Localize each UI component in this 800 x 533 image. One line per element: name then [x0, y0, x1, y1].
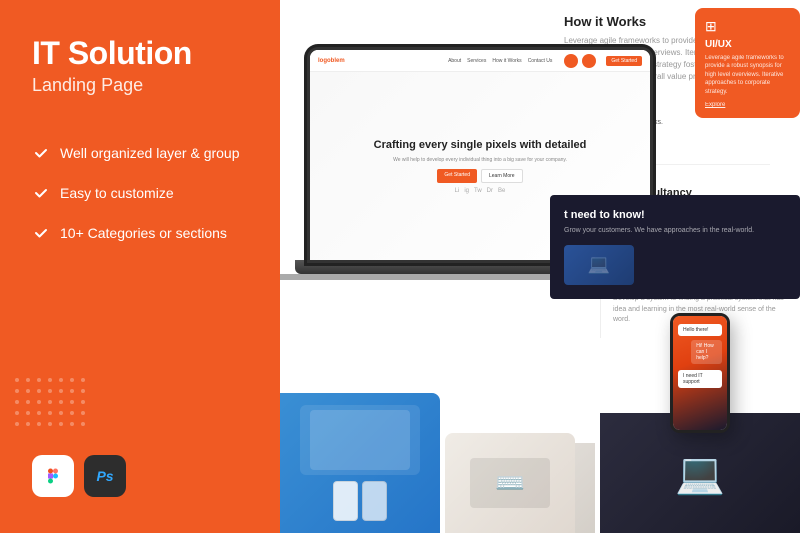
feature-label-1: Well organized layer & group — [60, 145, 240, 161]
uiux-icon: ⊞ — [705, 18, 790, 35]
feature-item-2: Easy to customize — [32, 184, 248, 202]
screen-hero-sub: We will help to develop every individual… — [393, 157, 567, 163]
dark-cta-title: t need to know! — [564, 209, 786, 221]
check-icon-3 — [32, 224, 50, 242]
feature-label-2: Easy to customize — [60, 185, 174, 201]
figma-badge — [32, 455, 74, 497]
brand-title: IT Solution — [32, 36, 248, 71]
uiux-card: ⊞ UI/UX Leverage agile frameworks to pro… — [695, 8, 800, 118]
right-panel: logoblem About Services How it Works Con… — [280, 0, 800, 533]
uiux-body: Leverage agile frameworks to provide a r… — [705, 54, 790, 96]
screen-cta-primary: Get Started — [437, 169, 477, 183]
dark-cta-image: 💻 — [564, 245, 634, 285]
screen-hero-buttons: Get Started Learn More — [437, 169, 522, 183]
screen-nav-cta: Get Started — [606, 56, 642, 66]
uiux-link[interactable]: Explore — [705, 102, 790, 108]
check-icon-2 — [32, 184, 50, 202]
brand-subtitle: Landing Page — [32, 75, 248, 96]
features-list: Well organized layer & group Easy to cus… — [32, 144, 248, 242]
feature-label-3: 10+ Categories or sections — [60, 225, 227, 241]
screen-nav-logo: logoblem — [318, 58, 345, 64]
photo-grid-1 — [280, 393, 440, 533]
uiux-title: UI/UX — [705, 39, 790, 50]
check-icon-1 — [32, 144, 50, 162]
screen-nav: logoblem About Services How it Works Con… — [310, 50, 650, 72]
photo-grid-2: ⌨️ — [445, 433, 575, 533]
screen-nav-links: About Services How it Works Contact Us — [448, 58, 552, 64]
photoshop-badge: Ps — [84, 455, 126, 497]
dot-pattern — [15, 378, 85, 433]
feature-item-1: Well organized layer & group — [32, 144, 248, 162]
dark-cta-panel: t need to know! Grow your customers. We … — [550, 195, 800, 299]
left-panel: IT Solution Landing Page Well organized … — [0, 0, 280, 533]
left-top: IT Solution Landing Page Well organized … — [32, 36, 248, 242]
screen-cta-secondary: Learn More — [481, 169, 523, 183]
phone-mockup-float: Hello there! Hi! How can I help? I need … — [670, 313, 730, 433]
feature-item-3: 10+ Categories or sections — [32, 224, 248, 242]
screen-hero-title: Crafting every single pixels with detail… — [374, 138, 587, 152]
tool-badges: Ps — [32, 455, 248, 497]
dark-cta-body: Grow your customers. We have approaches … — [564, 226, 786, 237]
screen-brand-logos: LiigTwDrBe — [455, 188, 506, 194]
